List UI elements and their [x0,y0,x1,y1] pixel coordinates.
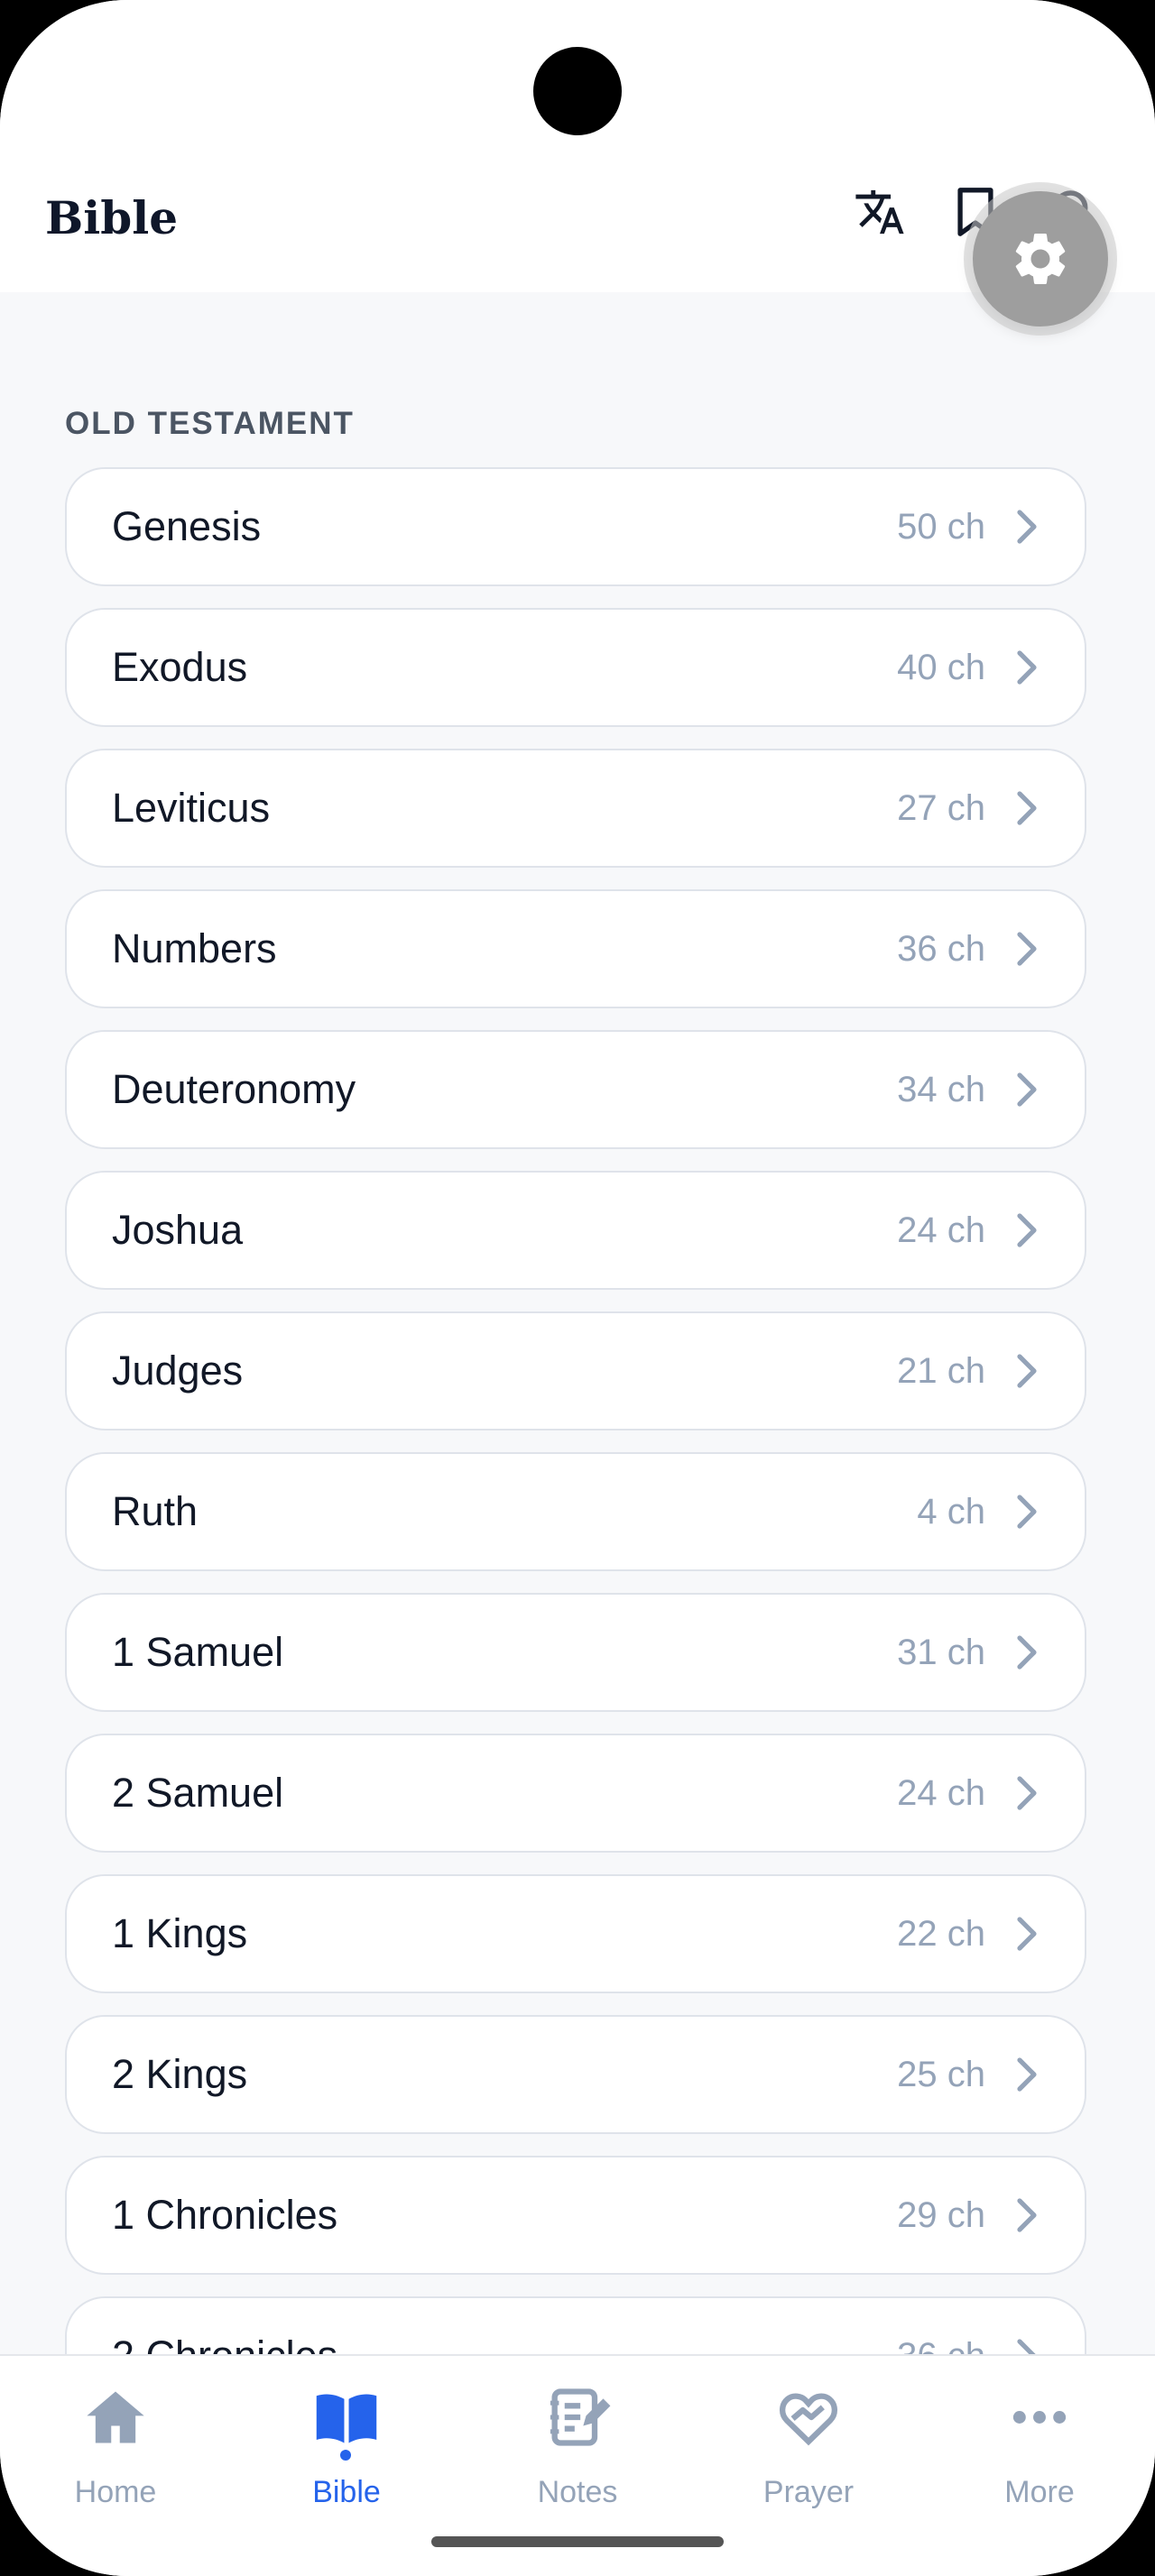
book-row[interactable]: Deuteronomy 34 ch [65,1030,1086,1149]
chapter-count: 29 ch [897,2195,985,2235]
book-row[interactable]: 1 Samuel 31 ch [65,1593,1086,1712]
book-name: Deuteronomy [112,1066,356,1112]
chapter-count: 50 ch [897,507,985,547]
nav-home[interactable]: Home [25,2383,206,2518]
prayer-icon [779,2393,838,2446]
chevron-right-icon [1017,1917,1037,1951]
book-name: Numbers [112,925,277,971]
book-name: 1 Samuel [112,1629,284,1675]
chevron-right-icon [1017,1213,1037,1247]
chevron-right-icon [1017,2198,1037,2232]
book-row[interactable]: Leviticus 27 ch [65,749,1086,868]
home-icon [87,2391,144,2443]
nav-notes[interactable]: Notes [487,2383,668,2518]
book-row[interactable]: Judges 21 ch [65,1311,1086,1431]
book-list: Genesis 50 ch Exodus 40 ch Leviticus 27 ch Num… [65,467,1090,2354]
chevron-right-icon [1017,1354,1037,1388]
chevron-right-icon [1017,932,1037,966]
book-row[interactable]: 2 Chronicles 36 ch [65,2296,1086,2354]
chapter-count: 40 ch [897,648,985,687]
chapter-count: 36 ch [897,2298,985,2354]
gear-icon [1015,234,1066,284]
chapter-count: 24 ch [897,1773,985,1813]
notes-icon [550,2388,611,2446]
book-name: Exodus [112,644,248,690]
chapter-count: 22 ch [897,1914,985,1954]
book-row[interactable]: 1 Kings 22 ch [65,1874,1086,1993]
chapter-count: 27 ch [897,788,985,828]
book-row[interactable]: Numbers 36 ch [65,889,1086,1008]
book-name: Ruth [112,1488,199,1534]
page-title: Bible [45,191,179,244]
nav-prayer[interactable]: Prayer [718,2383,899,2518]
app-screen: Bible OLD TESTAMENT Genesis 50 ch Exodus 40… [0,0,1155,2576]
chapter-count: 34 ch [897,1070,985,1109]
chapter-count: 21 ch [897,1351,985,1391]
chevron-right-icon [1017,1072,1037,1107]
chapter-count: 31 ch [897,1633,985,1672]
translate-icon[interactable] [848,180,911,244]
book-name: 2 Kings [112,2051,248,2097]
chevron-right-icon [1017,2057,1037,2092]
book-name: 1 Chronicles [112,2192,338,2238]
book-name: 2 Samuel [112,1770,284,1816]
camera-cutout [533,47,622,135]
settings-button[interactable] [973,191,1108,327]
chevron-right-icon [1017,1495,1037,1529]
chapter-count: 36 ch [897,929,985,969]
book-name: 2 Chronicles [112,2298,337,2354]
chapter-count: 25 ch [897,2055,985,2094]
nav-more[interactable]: More [949,2383,1130,2518]
book-icon [316,2394,377,2443]
book-row[interactable]: Genesis 50 ch [65,467,1086,586]
chapter-count: 4 ch [917,1492,985,1532]
book-name: Judges [112,1348,244,1394]
more-icon [1012,2411,1067,2424]
nav-bible[interactable]: Bible [256,2383,437,2518]
nav-label: Bible [312,2475,381,2509]
chevron-right-icon [1017,1776,1037,1810]
book-name: Genesis [112,503,262,549]
chevron-right-icon [1017,791,1037,825]
nav-label: More [1004,2475,1075,2509]
book-row[interactable]: 1 Chronicles 29 ch [65,2156,1086,2275]
active-indicator [340,2450,351,2461]
book-row[interactable]: Ruth 4 ch [65,1452,1086,1571]
chevron-right-icon [1017,510,1037,544]
book-name: 1 Kings [112,1910,248,1956]
book-name: Joshua [112,1207,244,1253]
home-indicator[interactable] [431,2536,724,2547]
book-row[interactable]: 2 Kings 25 ch [65,2015,1086,2134]
chevron-right-icon [1017,2339,1036,2354]
chapter-count: 24 ch [897,1210,985,1250]
chevron-right-icon [1017,1635,1037,1670]
book-row[interactable]: Exodus 40 ch [65,608,1086,727]
book-name: Leviticus [112,785,271,831]
nav-label: Home [74,2475,157,2509]
chevron-right-icon [1017,650,1037,685]
top-app-bar: Bible [0,0,1155,327]
book-row[interactable]: Joshua 24 ch [65,1171,1086,1290]
book-row[interactable]: 2 Samuel 24 ch [65,1734,1086,1853]
nav-label: Notes [537,2475,618,2509]
section-heading: OLD TESTAMENT [65,406,355,441]
nav-label: Prayer [762,2475,855,2509]
